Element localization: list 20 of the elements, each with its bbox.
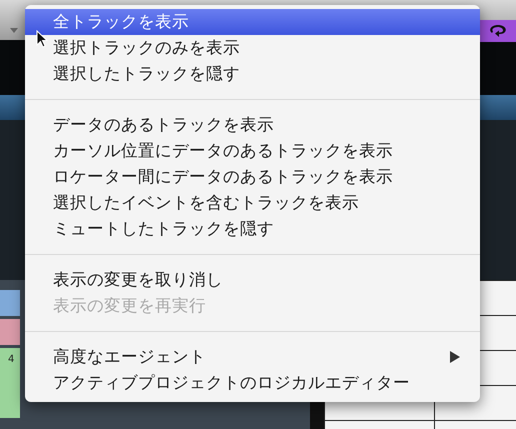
menu-item[interactable]: 選択したトラックを隠す xyxy=(25,61,480,87)
menu-item[interactable]: 全トラックを表示 xyxy=(25,9,480,35)
dropdown-arrow-icon[interactable] xyxy=(10,28,18,33)
menu-item[interactable]: カーソル位置にデータのあるトラックを表示 xyxy=(25,138,480,164)
menu-item[interactable]: ミュートしたトラックを隠す xyxy=(25,216,480,242)
menu-item[interactable]: 選択トラックのみを表示 xyxy=(25,35,480,61)
loop-icon xyxy=(488,24,508,38)
folder-track[interactable] xyxy=(0,290,20,316)
track-header[interactable]: 4 xyxy=(0,348,20,418)
track-number: 4 xyxy=(8,354,14,365)
menu-item[interactable]: アクティブプロジェクトのロジカルエディター xyxy=(25,370,480,396)
folder-track[interactable] xyxy=(0,319,20,345)
submenu-arrow-icon xyxy=(450,351,460,363)
mouse-pointer-icon xyxy=(36,30,48,48)
menu-item[interactable]: データのあるトラックを表示 xyxy=(25,112,480,138)
loop-button[interactable] xyxy=(480,20,516,42)
menu-item[interactable]: 高度なエージェント xyxy=(25,344,480,370)
menu-item[interactable]: 表示の変更を取り消し xyxy=(25,267,480,293)
menu-item[interactable]: 選択したイベントを含むトラックを表示 xyxy=(25,190,480,216)
menu-item[interactable]: ロケーター間にデータのあるトラックを表示 xyxy=(25,164,480,190)
